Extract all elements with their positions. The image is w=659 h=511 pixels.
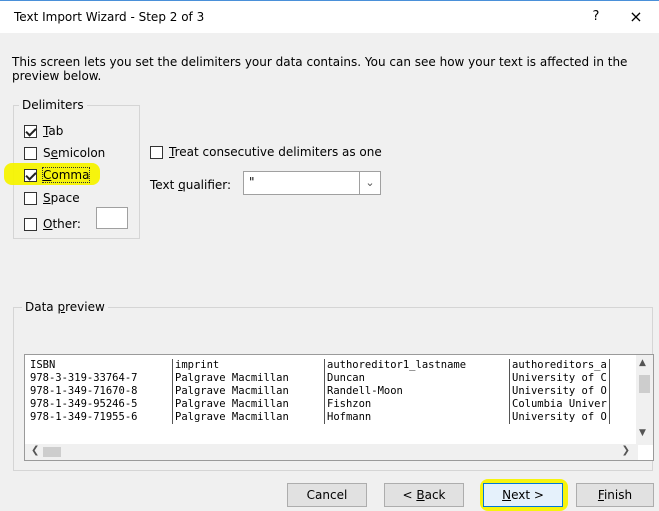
preview-cell: Fishzon xyxy=(324,398,510,411)
close-button[interactable]: × xyxy=(624,6,648,28)
semicolon-label: Semicolon xyxy=(43,146,106,160)
delimiters-group: Delimiters Tab Semicolon Comma Space Oth… xyxy=(4,98,140,239)
preview-cell: 978-1-349-95246-5 xyxy=(28,398,173,411)
preview-table: ISBN imprint authoreditor1_lastname auth… xyxy=(28,359,610,424)
consecutive-delimiters-checkbox[interactable]: Treat consecutive delimiters as one xyxy=(150,144,382,160)
preview-cell: University of C xyxy=(509,372,610,385)
next-button[interactable]: Next > xyxy=(483,483,563,507)
data-preview-label: Data preview xyxy=(22,300,108,314)
horizontal-scroll-thumb[interactable] xyxy=(43,447,61,457)
text-qualifier-select[interactable]: " ⌄ xyxy=(243,171,381,195)
preview-cell: Palgrave Macmillan xyxy=(172,372,325,385)
preview-cell: University of O xyxy=(509,385,610,398)
tab-label: Tab xyxy=(43,124,64,138)
scroll-up-icon[interactable]: ▲ xyxy=(639,358,646,368)
vertical-scrollbar[interactable]: ▲ ▼ xyxy=(636,355,653,445)
comma-checkbox[interactable]: Comma xyxy=(24,167,91,183)
preview-cell: Randell-Moon xyxy=(324,385,510,398)
space-check-icon xyxy=(24,191,37,205)
comma-check-icon xyxy=(24,168,37,182)
vertical-scroll-thumb[interactable] xyxy=(639,375,650,393)
preview-cell: 978-1-349-71670-8 xyxy=(28,385,173,398)
preview-cell: authoreditor1_lastname xyxy=(324,359,510,372)
scroll-left-icon[interactable]: ❮ xyxy=(31,445,39,456)
consecutive-check-icon xyxy=(150,145,163,159)
preview-cell: Palgrave Macmillan xyxy=(172,385,325,398)
other-checkbox[interactable]: Other: xyxy=(24,216,81,232)
back-button[interactable]: < Back xyxy=(384,483,464,507)
delimiters-group-label: Delimiters xyxy=(19,98,87,112)
other-delimiter-input[interactable] xyxy=(96,207,128,229)
preview-cell: authoreditors_a xyxy=(509,359,610,372)
chevron-down-icon[interactable]: ⌄ xyxy=(359,172,380,194)
text-qualifier-label: Text qualifier: xyxy=(150,178,232,192)
cancel-button[interactable]: Cancel xyxy=(287,483,367,507)
help-button[interactable]: ? xyxy=(585,7,607,27)
preview-cell: University of O xyxy=(509,411,610,424)
preview-cell: Columbia Univer xyxy=(509,398,610,411)
title-bar: Text Import Wizard - Step 2 of 3 ? × xyxy=(0,1,659,33)
preview-cell: 978-1-349-71955-6 xyxy=(28,411,173,424)
preview-cell: Hofmann xyxy=(324,411,510,424)
table-row: 978-3-319-33764-7 Palgrave Macmillan Dun… xyxy=(28,372,610,385)
table-row: 978-1-349-71670-8 Palgrave Macmillan Ran… xyxy=(28,385,610,398)
text-qualifier-value: " xyxy=(249,175,255,189)
scroll-right-icon[interactable]: ❯ xyxy=(622,445,630,456)
tab-checkbox[interactable]: Tab xyxy=(24,123,63,139)
consecutive-label: Treat consecutive delimiters as one xyxy=(169,145,382,159)
semicolon-check-icon xyxy=(24,146,37,160)
preview-cell: Duncan xyxy=(324,372,510,385)
table-row: 978-1-349-95246-5 Palgrave Macmillan Fis… xyxy=(28,398,610,411)
horizontal-scrollbar[interactable]: ❮ ❯ xyxy=(25,444,638,460)
table-row: 978-1-349-71955-6 Palgrave Macmillan Hof… xyxy=(28,411,610,424)
space-label: Space xyxy=(43,191,80,205)
finish-button[interactable]: Finish xyxy=(576,483,654,507)
scroll-down-icon[interactable]: ▼ xyxy=(639,428,646,438)
text-import-wizard-dialog: Text Import Wizard - Step 2 of 3 ? × Thi… xyxy=(0,0,659,511)
semicolon-checkbox[interactable]: Semicolon xyxy=(24,145,105,161)
other-label: Other: xyxy=(43,217,81,231)
space-checkbox[interactable]: Space xyxy=(24,190,80,206)
preview-cell: Palgrave Macmillan xyxy=(172,411,325,424)
preview-cell: ISBN xyxy=(28,359,173,372)
tab-check-icon xyxy=(24,124,37,138)
instructions-text: This screen lets you set the delimiters … xyxy=(12,55,628,83)
preview-cell: Palgrave Macmillan xyxy=(172,398,325,411)
data-preview-pane[interactable]: ISBN imprint authoreditor1_lastname auth… xyxy=(24,354,654,461)
other-check-icon xyxy=(24,217,37,231)
window-title: Text Import Wizard - Step 2 of 3 xyxy=(14,10,205,24)
preview-cell: 978-3-319-33764-7 xyxy=(28,372,173,385)
comma-label: Comma xyxy=(41,167,91,183)
preview-cell: imprint xyxy=(172,359,325,372)
table-row: ISBN imprint authoreditor1_lastname auth… xyxy=(28,359,610,372)
